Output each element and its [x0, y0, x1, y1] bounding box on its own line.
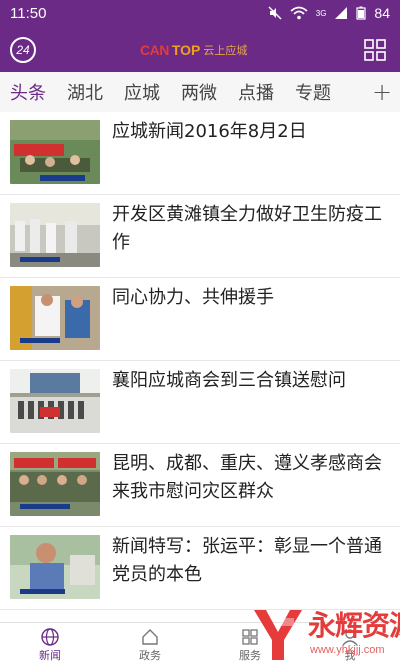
app-root: 11:50 3G 84 24 CAN TOP 云上应城 头条 湖北 应城 两微 …: [0, 0, 400, 666]
globe-icon: [41, 627, 59, 646]
news-thumbnail: [10, 452, 100, 516]
add-channel-button[interactable]: +: [364, 78, 400, 106]
nav-service[interactable]: 服务: [200, 623, 300, 666]
battery-icon: [356, 6, 367, 20]
nav-service-label: 服务: [239, 648, 261, 662]
network-type: 3G: [315, 8, 327, 18]
signal-icon: [335, 7, 348, 19]
news-thumbnail: [10, 120, 100, 184]
nav-news[interactable]: 新闻: [0, 623, 100, 666]
news-title: 应城新闻2016年8月2日: [112, 121, 307, 142]
channel-tabs: 头条 湖北 应城 两微 点播 专题 +: [0, 72, 400, 112]
nav-news-label: 新闻: [39, 648, 61, 662]
wifi-icon: [290, 6, 308, 20]
brand-cn: 云上应城: [203, 44, 248, 57]
news-list: 应城新闻2016年8月2日 开发区黄滩镇全力做好卫生防疫工作 同心协力、共伸援手…: [0, 112, 400, 610]
news-title: 襄阳应城商会到三合镇送慰问: [112, 370, 346, 391]
tab-topics[interactable]: 专题: [285, 79, 342, 105]
news-title: 昆明、成都、重庆、遵义孝感商会来我市慰问灾区群众: [112, 453, 382, 502]
mute-icon: [268, 6, 282, 20]
news-item[interactable]: 襄阳应城商会到三合镇送慰问: [0, 361, 400, 444]
grid-icon: [242, 628, 258, 645]
nav-government[interactable]: 政务: [100, 623, 200, 666]
news-thumbnail: [10, 369, 100, 433]
brand-latin-b: TOP: [171, 42, 201, 58]
tab-weibo-weixin[interactable]: 两微: [171, 79, 228, 105]
status-bar: 11:50 3G 84: [0, 0, 400, 26]
news-thumbnail: [10, 203, 100, 267]
news-thumbnail: [10, 535, 100, 599]
news-item[interactable]: 同心协力、共伸援手: [0, 278, 400, 361]
battery-level: 84: [374, 5, 390, 21]
twentyfour-hour-button[interactable]: 24: [10, 37, 36, 63]
tab-headlines[interactable]: 头条: [0, 79, 57, 105]
news-item[interactable]: 应城新闻2016年8月2日: [0, 112, 400, 195]
tab-yingcheng[interactable]: 应城: [114, 79, 171, 105]
status-indicators: 3G 84: [268, 5, 390, 21]
status-time: 11:50: [10, 4, 47, 22]
news-item[interactable]: 开发区黄滩镇全力做好卫生防疫工作: [0, 195, 400, 278]
nav-me-label: 我: [344, 648, 356, 662]
news-item[interactable]: 昆明、成都、重庆、遵义孝感商会来我市慰问灾区群众: [0, 444, 400, 527]
nav-me[interactable]: 我: [300, 623, 400, 666]
user-icon: [342, 628, 358, 645]
news-thumbnail: [10, 286, 100, 350]
tab-on-demand[interactable]: 点播: [228, 79, 285, 105]
twentyfour-label: 24: [16, 43, 30, 57]
bottom-nav: 新闻 政务 服务 我: [0, 622, 400, 666]
tab-hubei[interactable]: 湖北: [57, 79, 114, 105]
news-title: 开发区黄滩镇全力做好卫生防疫工作: [112, 204, 382, 253]
nav-government-label: 政务: [139, 648, 161, 662]
app-header: 24 CAN TOP 云上应城: [0, 26, 400, 72]
home-icon: [142, 628, 158, 645]
news-item[interactable]: 新闻特写：张运平：彰显一个普通党员的本色: [0, 527, 400, 610]
brand-logo: CAN TOP 云上应城: [140, 41, 247, 59]
news-title: 同心协力、共伸援手: [112, 287, 274, 308]
grid-menu-icon[interactable]: [364, 39, 386, 61]
news-title: 新闻特写：张运平：彰显一个普通党员的本色: [112, 536, 382, 585]
brand-latin-a: CAN: [140, 42, 169, 58]
